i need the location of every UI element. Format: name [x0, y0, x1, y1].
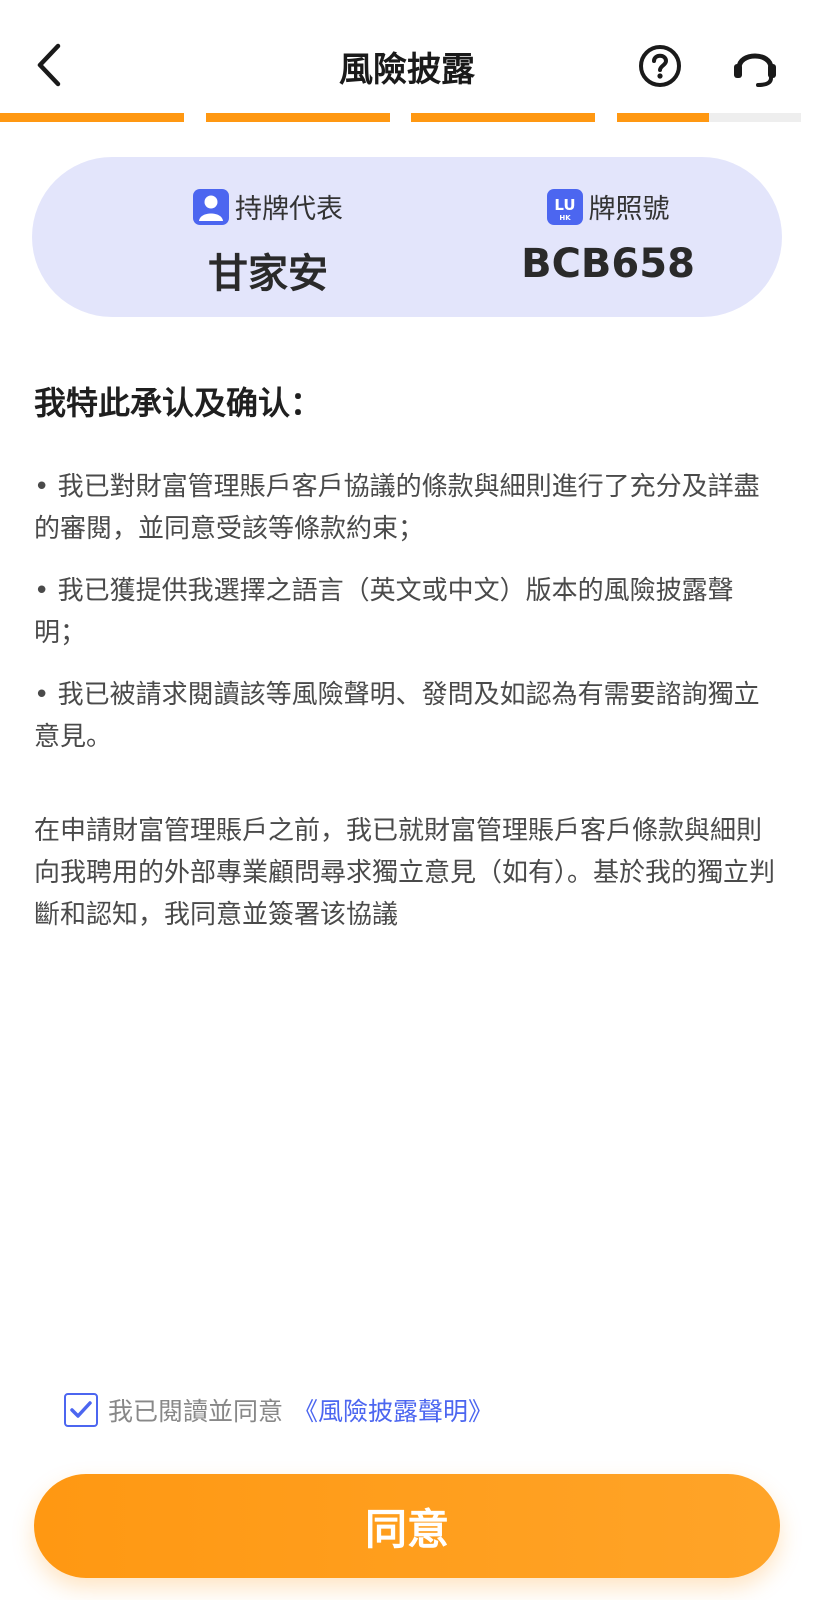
- license-number-section: LU HK 牌照號 BCB658: [478, 187, 738, 287]
- progress-segment-fill: [411, 113, 595, 122]
- page-title: 風險披露: [339, 50, 475, 90]
- confirmation-item: • 我已被請求閱讀該等風險聲明、發問及如認為有需要諮詢獨立意見。: [34, 680, 760, 752]
- licensed-rep-label: 持牌代表: [235, 194, 343, 225]
- confirmation-item: • 我已獲提供我選擇之語言（英文或中文）版本的風險披露聲明；: [34, 576, 734, 648]
- agent-info-card: 持牌代表 甘家安 LU HK 牌照號 BCB658: [32, 157, 782, 317]
- confirmation-list: • 我已對財富管理賬戶客戶協議的條款與細則進行了充分及詳盡的審閱，並同意受該等條…: [34, 466, 780, 758]
- license-number: BCB658: [521, 240, 695, 287]
- licensed-rep-label-row: 持牌代表: [193, 187, 343, 226]
- license-label-row: LU HK 牌照號: [546, 187, 670, 226]
- step-progress-bar: [0, 113, 814, 122]
- progress-segment-fill: [616, 113, 709, 122]
- progress-segment-fill: [0, 113, 184, 122]
- progress-segment-fill: [205, 113, 390, 122]
- disclosure-content: 我特此承认及确认： • 我已對財富管理賬戶客戶協議的條款與細則進行了充分及詳盡的…: [34, 378, 780, 936]
- help-button[interactable]: [638, 44, 682, 88]
- agreement-row: 我已閱讀並同意 《風險披露聲明》: [64, 1390, 493, 1430]
- question-circle-icon: [639, 45, 681, 87]
- agree-button[interactable]: 同意: [34, 1474, 780, 1578]
- lu-logo-subtext: HK: [559, 214, 571, 222]
- confirmation-heading: 我特此承认及确认：: [34, 384, 323, 422]
- person-icon: [193, 188, 229, 225]
- customer-service-button[interactable]: [730, 42, 780, 90]
- license-label: 牌照號: [588, 194, 670, 225]
- independent-advice-paragraph: 在申請財富管理賬戶之前，我已就財富管理賬戶客戶條款與細則向我聘用的外部專業顧問尋…: [34, 816, 776, 930]
- headset-icon: [734, 53, 776, 87]
- risk-disclosure-link[interactable]: 《風險披露聲明》: [293, 1392, 493, 1428]
- lu-logo-icon: LU HK: [546, 188, 583, 225]
- licensed-rep-name: 甘家安: [208, 250, 328, 297]
- checkmark-icon: [70, 1401, 92, 1418]
- agree-text: 我已閱讀並同意: [108, 1397, 284, 1426]
- app-header: 風險披露: [0, 0, 814, 112]
- agree-checkbox[interactable]: [64, 1393, 98, 1427]
- confirmation-item: • 我已對財富管理賬戶客戶協議的條款與細則進行了充分及詳盡的審閱，並同意受該等條…: [34, 472, 760, 544]
- lu-logo-text: LU: [554, 196, 575, 214]
- licensed-rep-section: 持牌代表 甘家安: [138, 187, 398, 299]
